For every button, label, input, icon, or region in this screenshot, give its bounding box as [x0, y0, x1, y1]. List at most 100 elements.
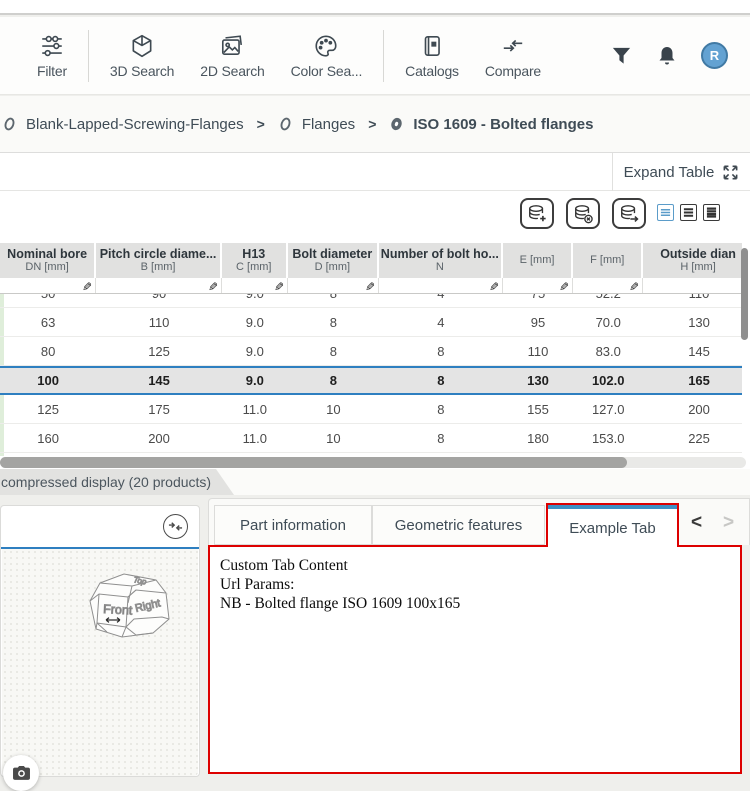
- column-header-e-mm[interactable]: E [mm]: [503, 243, 572, 278]
- toolbar-items: Filter 3D Search 2D Search Color Sea... Cata…: [0, 30, 554, 82]
- tab-geometric-features[interactable]: Geometric features: [372, 505, 545, 545]
- table-row[interactable]: 12517511.0108155127.0200: [0, 395, 742, 424]
- column-header-c-mm[interactable]: H13C [mm]: [222, 243, 286, 278]
- column-filter-input[interactable]: ✎: [573, 278, 643, 293]
- edit-pencil-icon[interactable]: ✎: [629, 281, 639, 293]
- 3d-viewport[interactable]: Top Front Right: [2, 549, 198, 776]
- column-filter-input[interactable]: ✎: [0, 278, 96, 293]
- density-medium-toggle[interactable]: [680, 204, 697, 221]
- expand-table-button[interactable]: Expand Table: [612, 153, 750, 191]
- table-cell: 11.0: [222, 395, 288, 423]
- table-cell: 95: [503, 308, 574, 336]
- remove-from-database-button[interactable]: [566, 198, 600, 229]
- breadcrumb-item-flanges[interactable]: Flanges: [278, 116, 355, 133]
- collapse-panel-button[interactable]: [163, 514, 188, 539]
- breadcrumb-item-iso-1609-bolted-flanges[interactable]: ISO 1609 - Bolted flanges: [389, 116, 593, 133]
- tab-label: Geometric features: [395, 517, 523, 534]
- table-cell: 165: [643, 368, 742, 393]
- edit-pencil-icon[interactable]: ✎: [82, 281, 92, 293]
- column-header-d-mm[interactable]: Bolt diameterD [mm]: [288, 243, 377, 278]
- column-filter-input[interactable]: ✎: [288, 278, 379, 293]
- edit-pencil-icon[interactable]: ✎: [489, 281, 499, 293]
- toolbar-filter[interactable]: Filter: [24, 32, 80, 79]
- toolbar-separator: [383, 30, 384, 82]
- compressed-display-tab[interactable]: compressed display (20 products): [0, 469, 234, 495]
- table-cell: 75: [503, 294, 574, 307]
- table-cell: 155: [503, 395, 574, 423]
- notifications-bell-icon[interactable]: [655, 44, 679, 68]
- toolbar-3d-search[interactable]: 3D Search: [97, 32, 187, 79]
- flange-outline-icon: [278, 116, 293, 132]
- table-footer: compressed display (20 products): [0, 469, 750, 495]
- breadcrumb-separator-icon: >: [368, 116, 376, 132]
- column-header-f-mm[interactable]: F [mm]: [573, 243, 641, 278]
- column-header-b-mm[interactable]: Pitch circle diame...B [mm]: [96, 243, 220, 278]
- screenshot-camera-button[interactable]: [3, 755, 39, 791]
- column-subtitle: B [mm]: [141, 261, 176, 274]
- edit-pencil-icon[interactable]: ✎: [365, 281, 375, 293]
- tab-label: Part information: [240, 517, 346, 534]
- table-cell: 9.0: [222, 308, 288, 336]
- toolbar-separator: [88, 30, 89, 82]
- export-database-button[interactable]: [612, 198, 646, 229]
- edit-pencil-icon[interactable]: ✎: [208, 281, 218, 293]
- app-window: Filter 3D Search 2D Search Color Sea... Cata…: [0, 0, 750, 785]
- column-filter-input[interactable]: ✎: [643, 278, 742, 293]
- column-filter-input[interactable]: ✎: [379, 278, 503, 293]
- table-cell: 12: [379, 453, 503, 456]
- table-cell: 225: [643, 424, 742, 452]
- tab-content-line: NB - Bolted flange ISO 1609 100x165: [220, 594, 740, 613]
- toolbar-item-label: 2D Search: [200, 63, 264, 79]
- column-header-dn-mm[interactable]: Nominal boreDN [mm]: [0, 243, 94, 278]
- cube-icon: [129, 32, 155, 60]
- vertical-scrollbar-thumb[interactable]: [741, 248, 748, 340]
- view-cube[interactable]: Top Front Right: [70, 557, 176, 663]
- table-cell: 8: [379, 424, 503, 452]
- edit-pencil-icon[interactable]: ✎: [274, 281, 284, 293]
- column-subtitle: F [mm]: [590, 254, 624, 267]
- table-cell: 110: [96, 308, 222, 336]
- table-cell: 8: [288, 368, 379, 393]
- toolbar-catalogs[interactable]: Catalogs: [392, 32, 472, 79]
- density-comfortable-toggle[interactable]: [703, 204, 720, 221]
- toolbar-item-label: Filter: [37, 63, 67, 79]
- table-row[interactable]: 801259.08811083.0145: [0, 337, 742, 366]
- table-cell: 8: [379, 368, 503, 393]
- table-cell: 8: [288, 337, 379, 365]
- toolbar-color-sea[interactable]: Color Sea...: [278, 32, 376, 79]
- vertical-scrollbar[interactable]: [741, 244, 748, 407]
- table-row[interactable]: 50909.0847552.2110: [0, 294, 742, 308]
- edit-pencil-icon[interactable]: ✎: [559, 281, 569, 293]
- user-avatar[interactable]: R: [701, 42, 728, 69]
- table-row[interactable]: 1001459.088130102.0165: [0, 366, 742, 395]
- toolbar-compare[interactable]: Compare: [472, 32, 554, 79]
- column-filter-input[interactable]: ✎: [503, 278, 574, 293]
- tabs-scroll-right-icon[interactable]: >: [723, 512, 734, 534]
- column-subtitle: N: [436, 261, 444, 274]
- horizontal-scrollbar-thumb[interactable]: [0, 457, 627, 468]
- breadcrumb-item-blank-lapped-screwing-flanges[interactable]: Blank-Lapped-Screwing-Flanges: [2, 116, 244, 133]
- column-header-n[interactable]: Number of bolt ho...N: [379, 243, 501, 278]
- flange-filled-icon: [389, 116, 404, 132]
- column-filter-input[interactable]: ✎: [96, 278, 222, 293]
- table-row[interactable]: 631109.0849570.0130: [0, 308, 742, 337]
- table-cell: 200: [96, 424, 222, 452]
- toolbar-2d-search[interactable]: 2D Search: [187, 32, 277, 79]
- table-cell: 11.0: [222, 453, 288, 456]
- table-row[interactable]: 20026011.01012240204.0285: [0, 453, 742, 456]
- add-to-database-button[interactable]: [520, 198, 554, 229]
- 3d-preview-header: [1, 506, 199, 547]
- horizontal-scrollbar[interactable]: [0, 457, 746, 468]
- main-toolbar: Filter 3D Search 2D Search Color Sea... Cata…: [0, 17, 750, 95]
- column-header-h-mm[interactable]: Outside dianH [mm]: [643, 243, 742, 278]
- tab-part-information[interactable]: Part information: [214, 505, 372, 545]
- toolbar-right: R: [610, 42, 750, 69]
- tab-example-tab[interactable]: Example Tab: [546, 503, 679, 547]
- tabs-scroll-left-icon[interactable]: <: [691, 512, 702, 534]
- table-row[interactable]: 16020011.0108180153.0225: [0, 424, 742, 453]
- density-compact-toggle[interactable]: [657, 204, 674, 221]
- filter-funnel-icon[interactable]: [610, 44, 633, 67]
- tab-content-line: Url Params:: [220, 575, 740, 594]
- table-cell: 52.2: [573, 294, 643, 307]
- column-filter-input[interactable]: ✎: [222, 278, 288, 293]
